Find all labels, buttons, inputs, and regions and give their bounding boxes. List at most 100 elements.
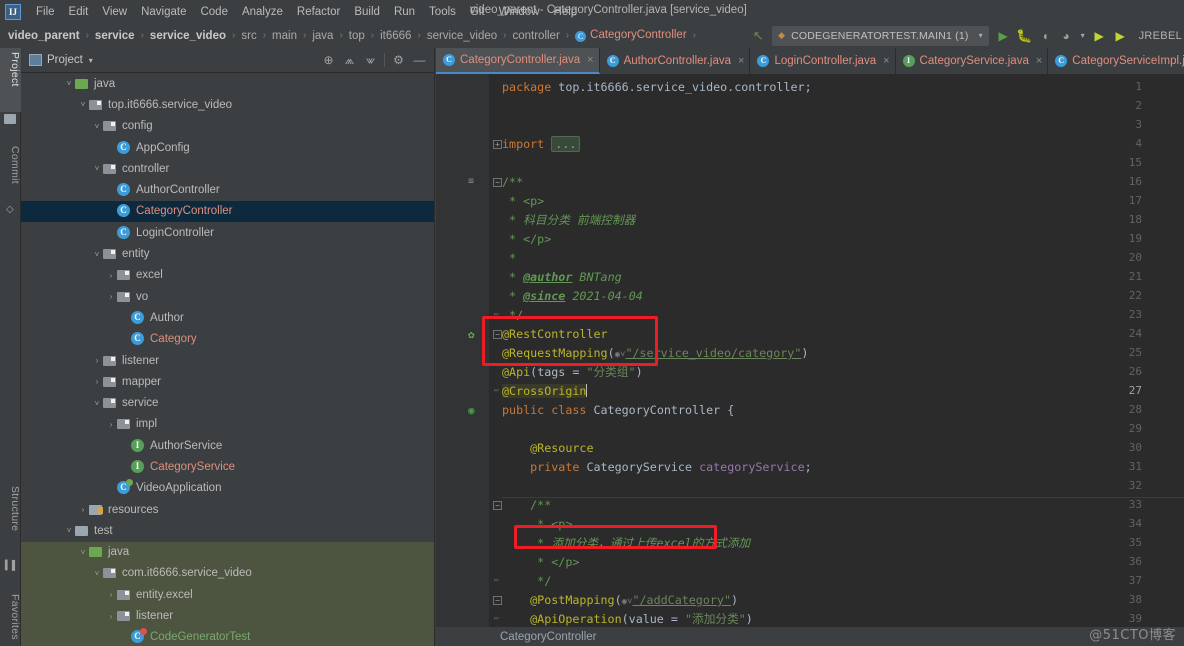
close-icon[interactable]: × [883, 55, 889, 67]
tree-node-resources[interactable]: › resources [21, 499, 434, 520]
collapse-all-icon[interactable]: ⩖ [360, 50, 381, 71]
tree-node-vo[interactable]: › vo [21, 286, 434, 307]
chevron-right-icon[interactable]: › [105, 420, 117, 429]
tree-node-listener[interactable]: › listener [21, 350, 434, 371]
code-fold-marker[interactable]: ▭ [494, 615, 501, 622]
chevron-right-icon[interactable]: › [77, 505, 89, 514]
code-fold-marker[interactable]: ▭ [494, 311, 501, 318]
tree-node-top-it6666-service-video[interactable]: ˅ top.it6666.service_video [21, 94, 434, 115]
tree-node-service[interactable]: ˅ service [21, 392, 434, 413]
tree-node-listener[interactable]: › listener [21, 605, 434, 627]
locate-in-tree-icon[interactable]: ⊕ [318, 50, 339, 71]
tree-node-codegeneratortest[interactable]: C CodeGeneratorTest [21, 626, 434, 646]
tree-node-logincontroller[interactable]: C LoginController [21, 222, 434, 243]
breadcrumb-item-service_video[interactable]: service_video [425, 29, 499, 43]
tree-node-categoryservice[interactable]: I CategoryService [21, 456, 434, 477]
profiler-button[interactable]: ◕ [1056, 25, 1077, 46]
chevron-down-icon[interactable]: ˅ [91, 164, 103, 173]
chevron-right-icon[interactable]: › [105, 292, 117, 301]
editor-tab-categoryservice-java[interactable]: I CategoryService.java × [896, 48, 1049, 74]
tree-node-impl[interactable]: › impl [21, 414, 434, 435]
tree-node-java[interactable]: ˅ java [21, 541, 434, 563]
code-fold-marker[interactable]: ▭ [494, 577, 501, 584]
menu-item-build[interactable]: Build [347, 4, 387, 20]
tree-node-authorcontroller[interactable]: C AuthorController [21, 179, 434, 200]
breadcrumb-item-service[interactable]: service [93, 29, 137, 43]
menu-item-view[interactable]: View [95, 4, 134, 20]
spring-class-icon[interactable]: ◉ [468, 404, 475, 417]
close-icon[interactable]: × [587, 54, 593, 66]
chevron-down-icon[interactable]: ˅ [91, 250, 103, 259]
chevron-down-icon[interactable]: ˅ [91, 122, 103, 131]
menu-item-run[interactable]: Run [387, 4, 422, 20]
expand-all-icon[interactable]: ⩕ [339, 50, 360, 71]
source-code[interactable]: package top.it6666.service_video.control… [502, 74, 1184, 646]
doc-icon[interactable]: ≡ [468, 176, 474, 187]
tree-node-author[interactable]: C Author [21, 307, 434, 328]
menu-item-edit[interactable]: Edit [62, 4, 96, 20]
breadcrumb-item-controller[interactable]: controller [510, 29, 561, 43]
back-arrow-icon[interactable]: ↖ [748, 26, 768, 46]
tree-node-category[interactable]: C Category [21, 329, 434, 350]
profiler-dropdown-icon[interactable]: ▾ [1077, 25, 1089, 46]
sidebar-item-structure[interactable]: Structure [0, 482, 21, 562]
chevron-down-icon[interactable]: ˅ [91, 399, 103, 408]
tree-node-mapper[interactable]: › mapper [21, 371, 434, 392]
menu-item-analyze[interactable]: Analyze [235, 4, 290, 20]
chevron-right-icon[interactable]: › [105, 590, 117, 599]
sidebar-item-project[interactable]: Project [0, 48, 21, 112]
chevron-down-icon[interactable]: ˅ [77, 548, 89, 557]
settings-gear-icon[interactable]: ⚙ [388, 50, 409, 71]
menu-item-file[interactable]: File [29, 4, 62, 20]
close-icon[interactable]: × [738, 55, 744, 67]
chevron-right-icon[interactable]: › [105, 271, 117, 280]
code-fold-marker[interactable]: − [493, 596, 502, 605]
tree-node-java[interactable]: ˅ java [21, 73, 434, 94]
tree-node-com-it6666-service-video[interactable]: ˅ com.it6666.service_video [21, 562, 434, 585]
breadcrumb-item-video_parent[interactable]: video_parent [6, 29, 82, 43]
chevron-right-icon[interactable]: › [91, 356, 103, 365]
menu-item-tools[interactable]: Tools [422, 4, 463, 20]
editor-fold-gutter[interactable] [489, 74, 502, 646]
breadcrumb-item-service_video[interactable]: service_video [148, 29, 228, 43]
close-icon[interactable]: × [1036, 55, 1042, 67]
tree-node-config[interactable]: ˅ config [21, 116, 434, 137]
menu-item-code[interactable]: Code [193, 4, 235, 20]
breadcrumb-item-src[interactable]: src [239, 29, 258, 43]
breadcrumb-class-name[interactable]: CategoryController [500, 631, 597, 643]
editor-tab-categoryserviceimpl-java[interactable]: CCategoryServiceImpl.java× [1048, 48, 1184, 74]
hide-panel-icon[interactable]: — [409, 50, 430, 71]
menu-item-refactor[interactable]: Refactor [290, 4, 347, 20]
code-fold-marker[interactable]: − [493, 330, 502, 339]
run-with-coverage-button[interactable]: ◖ [1035, 25, 1056, 46]
code-fold-marker[interactable]: − [493, 501, 502, 510]
tree-node-test[interactable]: ˅ test [21, 520, 434, 541]
tree-node-controller[interactable]: ˅ controller [21, 158, 434, 179]
jrebel-run-button[interactable]: ▶ [1089, 25, 1110, 46]
tree-node-excel[interactable]: › excel [21, 265, 434, 286]
breadcrumb-item-categorycontroller[interactable]: C CategoryController [573, 28, 689, 43]
editor-gutter[interactable] [436, 74, 489, 646]
code-fold-marker[interactable]: ▭ [494, 387, 501, 394]
chevron-down-icon[interactable]: ˅ [63, 79, 75, 88]
chevron-down-icon[interactable]: ▾ [979, 31, 983, 40]
jrebel-debug-button[interactable]: ▶ [1110, 25, 1131, 46]
breadcrumb-item-java[interactable]: java [310, 29, 335, 43]
tree-node-appconfig[interactable]: C AppConfig [21, 137, 434, 158]
tree-node-categorycontroller[interactable]: C CategoryController [21, 200, 434, 223]
spring-bean-icon[interactable]: ✿ [468, 328, 475, 341]
code-fold-marker[interactable]: − [493, 178, 502, 187]
chevron-down-icon[interactable]: ˅ [77, 100, 89, 109]
breadcrumb-item-main[interactable]: main [270, 29, 299, 43]
breadcrumb-item-it6666[interactable]: it6666 [378, 29, 413, 43]
chevron-down-icon[interactable]: ˅ [63, 526, 75, 535]
debug-button[interactable]: 🐛 [1014, 25, 1035, 46]
tree-node-entity-excel[interactable]: › entity.excel [21, 584, 434, 606]
sidebar-item-favorites[interactable]: Favorites [0, 590, 21, 646]
chevron-right-icon[interactable]: › [91, 377, 103, 386]
tree-node-entity[interactable]: ˅ entity [21, 243, 434, 264]
code-fold-marker[interactable]: + [493, 140, 502, 149]
menu-item-navigate[interactable]: Navigate [134, 4, 193, 20]
breadcrumb-item-top[interactable]: top [347, 29, 367, 43]
chevron-down-icon[interactable]: ▾ [89, 56, 93, 65]
